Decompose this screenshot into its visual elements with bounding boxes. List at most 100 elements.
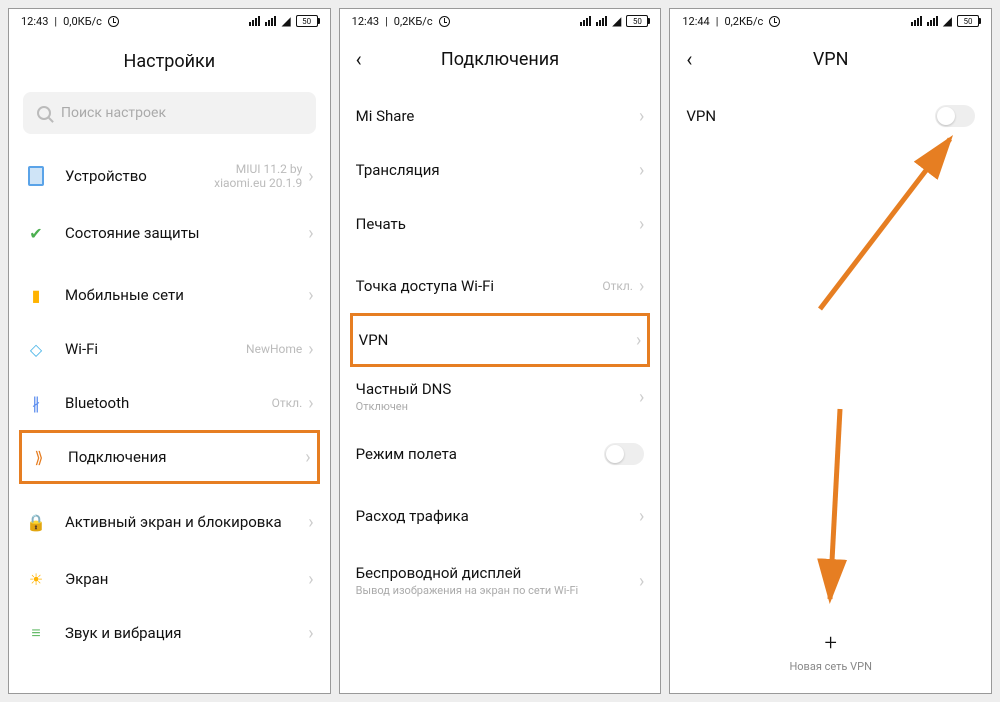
wifi-icon: ◢ — [943, 14, 952, 28]
sound-icon: ≡ — [25, 622, 47, 644]
chevron-right-icon: › — [308, 569, 313, 590]
row-label: Активный экран и блокировка — [65, 513, 308, 531]
plus-icon: + — [670, 631, 991, 656]
row-security[interactable]: ✔ Состояние защиты › — [9, 206, 330, 260]
add-vpn-label: Новая сеть VPN — [670, 660, 991, 673]
row-wireless-display[interactable]: Беспроводной дисплей Вывод изображения н… — [340, 551, 661, 611]
screen-vpn: 12:44 | 0,2КБ/с ◢ 50 ‹ VPN VPN + Новая с… — [669, 8, 992, 694]
alarm-icon — [769, 16, 780, 27]
row-mi-share[interactable]: Mi Share › — [340, 89, 661, 143]
vpn-toggle[interactable] — [935, 105, 975, 127]
status-bar: 12:44 | 0,2КБ/с ◢ 50 — [670, 9, 991, 33]
chevron-right-icon: › — [639, 571, 644, 592]
row-label: Устройство — [65, 167, 212, 185]
add-vpn-button[interactable]: + Новая сеть VPN — [670, 631, 991, 673]
chevron-right-icon: › — [639, 387, 644, 408]
row-label: VPN — [359, 331, 636, 349]
signal-icon — [580, 16, 591, 26]
row-wifi[interactable]: ◇ Wi-Fi NewHome › — [9, 322, 330, 376]
row-label: VPN — [686, 107, 935, 125]
row-vpn-master[interactable]: VPN — [670, 89, 991, 143]
connections-icon: ⟫ — [28, 446, 50, 468]
row-hotspot[interactable]: Точка доступа Wi-Fi Откл. › — [340, 259, 661, 313]
row-print[interactable]: Печать › — [340, 197, 661, 251]
alarm-icon — [108, 16, 119, 27]
status-speed: 0,0КБ/с — [63, 15, 102, 28]
airplane-toggle[interactable] — [604, 443, 644, 465]
signal-icon — [249, 16, 260, 26]
row-label: Беспроводной дисплей Вывод изображения н… — [356, 564, 639, 597]
annotation-arrow — [790, 399, 870, 623]
row-label: Состояние защиты — [65, 224, 308, 242]
row-label: Подключения — [68, 448, 305, 466]
device-icon — [25, 165, 47, 187]
chevron-right-icon: › — [639, 106, 644, 127]
back-button[interactable]: ‹ — [356, 47, 378, 71]
chevron-right-icon: › — [639, 214, 644, 235]
row-label: Bluetooth — [65, 394, 272, 412]
row-label: Звук и вибрация — [65, 624, 308, 642]
row-label: Мобильные сети — [65, 286, 308, 304]
row-private-dns[interactable]: Частный DNS Отключен › — [340, 367, 661, 427]
row-display[interactable]: ☀ Экран › — [9, 552, 330, 606]
wifi-icon: ◇ — [25, 338, 47, 360]
search-icon — [37, 106, 51, 120]
row-value: MIUI 11.2 by xiaomi.eu 20.1.9 — [212, 162, 302, 191]
chevron-right-icon: › — [305, 447, 310, 468]
page-title: VPN — [708, 49, 953, 70]
status-time: 12:43 — [352, 15, 379, 28]
status-time: 12:44 — [682, 15, 709, 28]
wifi-icon: ◢ — [281, 14, 290, 28]
annotation-arrow — [800, 129, 970, 333]
screen-connections: 12:43 | 0,2КБ/с ◢ 50 ‹ Подключения Mi Sh… — [339, 8, 662, 694]
wifi-icon: ◢ — [612, 14, 621, 28]
page-title: Подключения — [378, 49, 623, 70]
row-bluetooth[interactable]: ∦ Bluetooth Откл. › — [9, 376, 330, 430]
bluetooth-icon: ∦ — [25, 392, 47, 414]
title-bar: ‹ Подключения — [340, 33, 661, 89]
row-sound[interactable]: ≡ Звук и вибрация › — [9, 606, 330, 660]
row-label: Wi-Fi — [65, 340, 246, 358]
chevron-right-icon: › — [308, 166, 313, 187]
row-cast[interactable]: Трансляция › — [340, 143, 661, 197]
back-button[interactable]: ‹ — [686, 47, 708, 71]
row-label: Точка доступа Wi-Fi — [356, 277, 603, 295]
sun-icon: ☀ — [25, 568, 47, 590]
status-bar: 12:43 | 0,0КБ/с ◢ 50 — [9, 9, 330, 33]
search-input[interactable]: Поиск настроек — [23, 92, 316, 134]
shield-icon: ✔ — [25, 222, 47, 244]
title-bar: ‹ VPN — [670, 33, 991, 89]
row-value: Откл. — [602, 279, 633, 293]
status-speed: 0,2КБ/с — [724, 15, 763, 28]
row-vpn[interactable]: VPN › — [350, 313, 651, 367]
status-bar: 12:43 | 0,2КБ/с ◢ 50 — [340, 9, 661, 33]
battery-icon: 50 — [957, 15, 979, 27]
status-speed: 0,2КБ/с — [394, 15, 433, 28]
battery-icon: 50 — [296, 15, 318, 27]
status-time: 12:43 — [21, 15, 48, 28]
row-label: Режим полета — [356, 445, 605, 463]
row-device[interactable]: Устройство MIUI 11.2 by xiaomi.eu 20.1.9… — [9, 146, 330, 206]
row-value: NewHome — [246, 342, 302, 356]
signal-icon — [911, 16, 922, 26]
chevron-right-icon: › — [308, 393, 313, 414]
signal-icon — [265, 16, 276, 26]
page-title: Настройки — [9, 33, 330, 92]
row-airplane[interactable]: Режим полета — [340, 427, 661, 481]
chevron-right-icon: › — [639, 506, 644, 527]
row-active-screen[interactable]: 🔒 Активный экран и блокировка › — [9, 492, 330, 552]
chevron-right-icon: › — [639, 160, 644, 181]
row-mobile[interactable]: ▮ Мобильные сети › — [9, 268, 330, 322]
row-connections[interactable]: ⟫ Подключения › — [19, 430, 320, 484]
row-label: Экран — [65, 570, 308, 588]
chevron-right-icon: › — [636, 330, 641, 351]
row-data-usage[interactable]: Расход трафика › — [340, 489, 661, 543]
chevron-right-icon: › — [308, 512, 313, 533]
signal-icon — [596, 16, 607, 26]
row-label: Трансляция — [356, 161, 639, 179]
chevron-right-icon: › — [639, 276, 644, 297]
battery-icon: 50 — [626, 15, 648, 27]
screen-settings: 12:43 | 0,0КБ/с ◢ 50 Настройки Поиск нас… — [8, 8, 331, 694]
chevron-right-icon: › — [308, 285, 313, 306]
chevron-right-icon: › — [308, 623, 313, 644]
